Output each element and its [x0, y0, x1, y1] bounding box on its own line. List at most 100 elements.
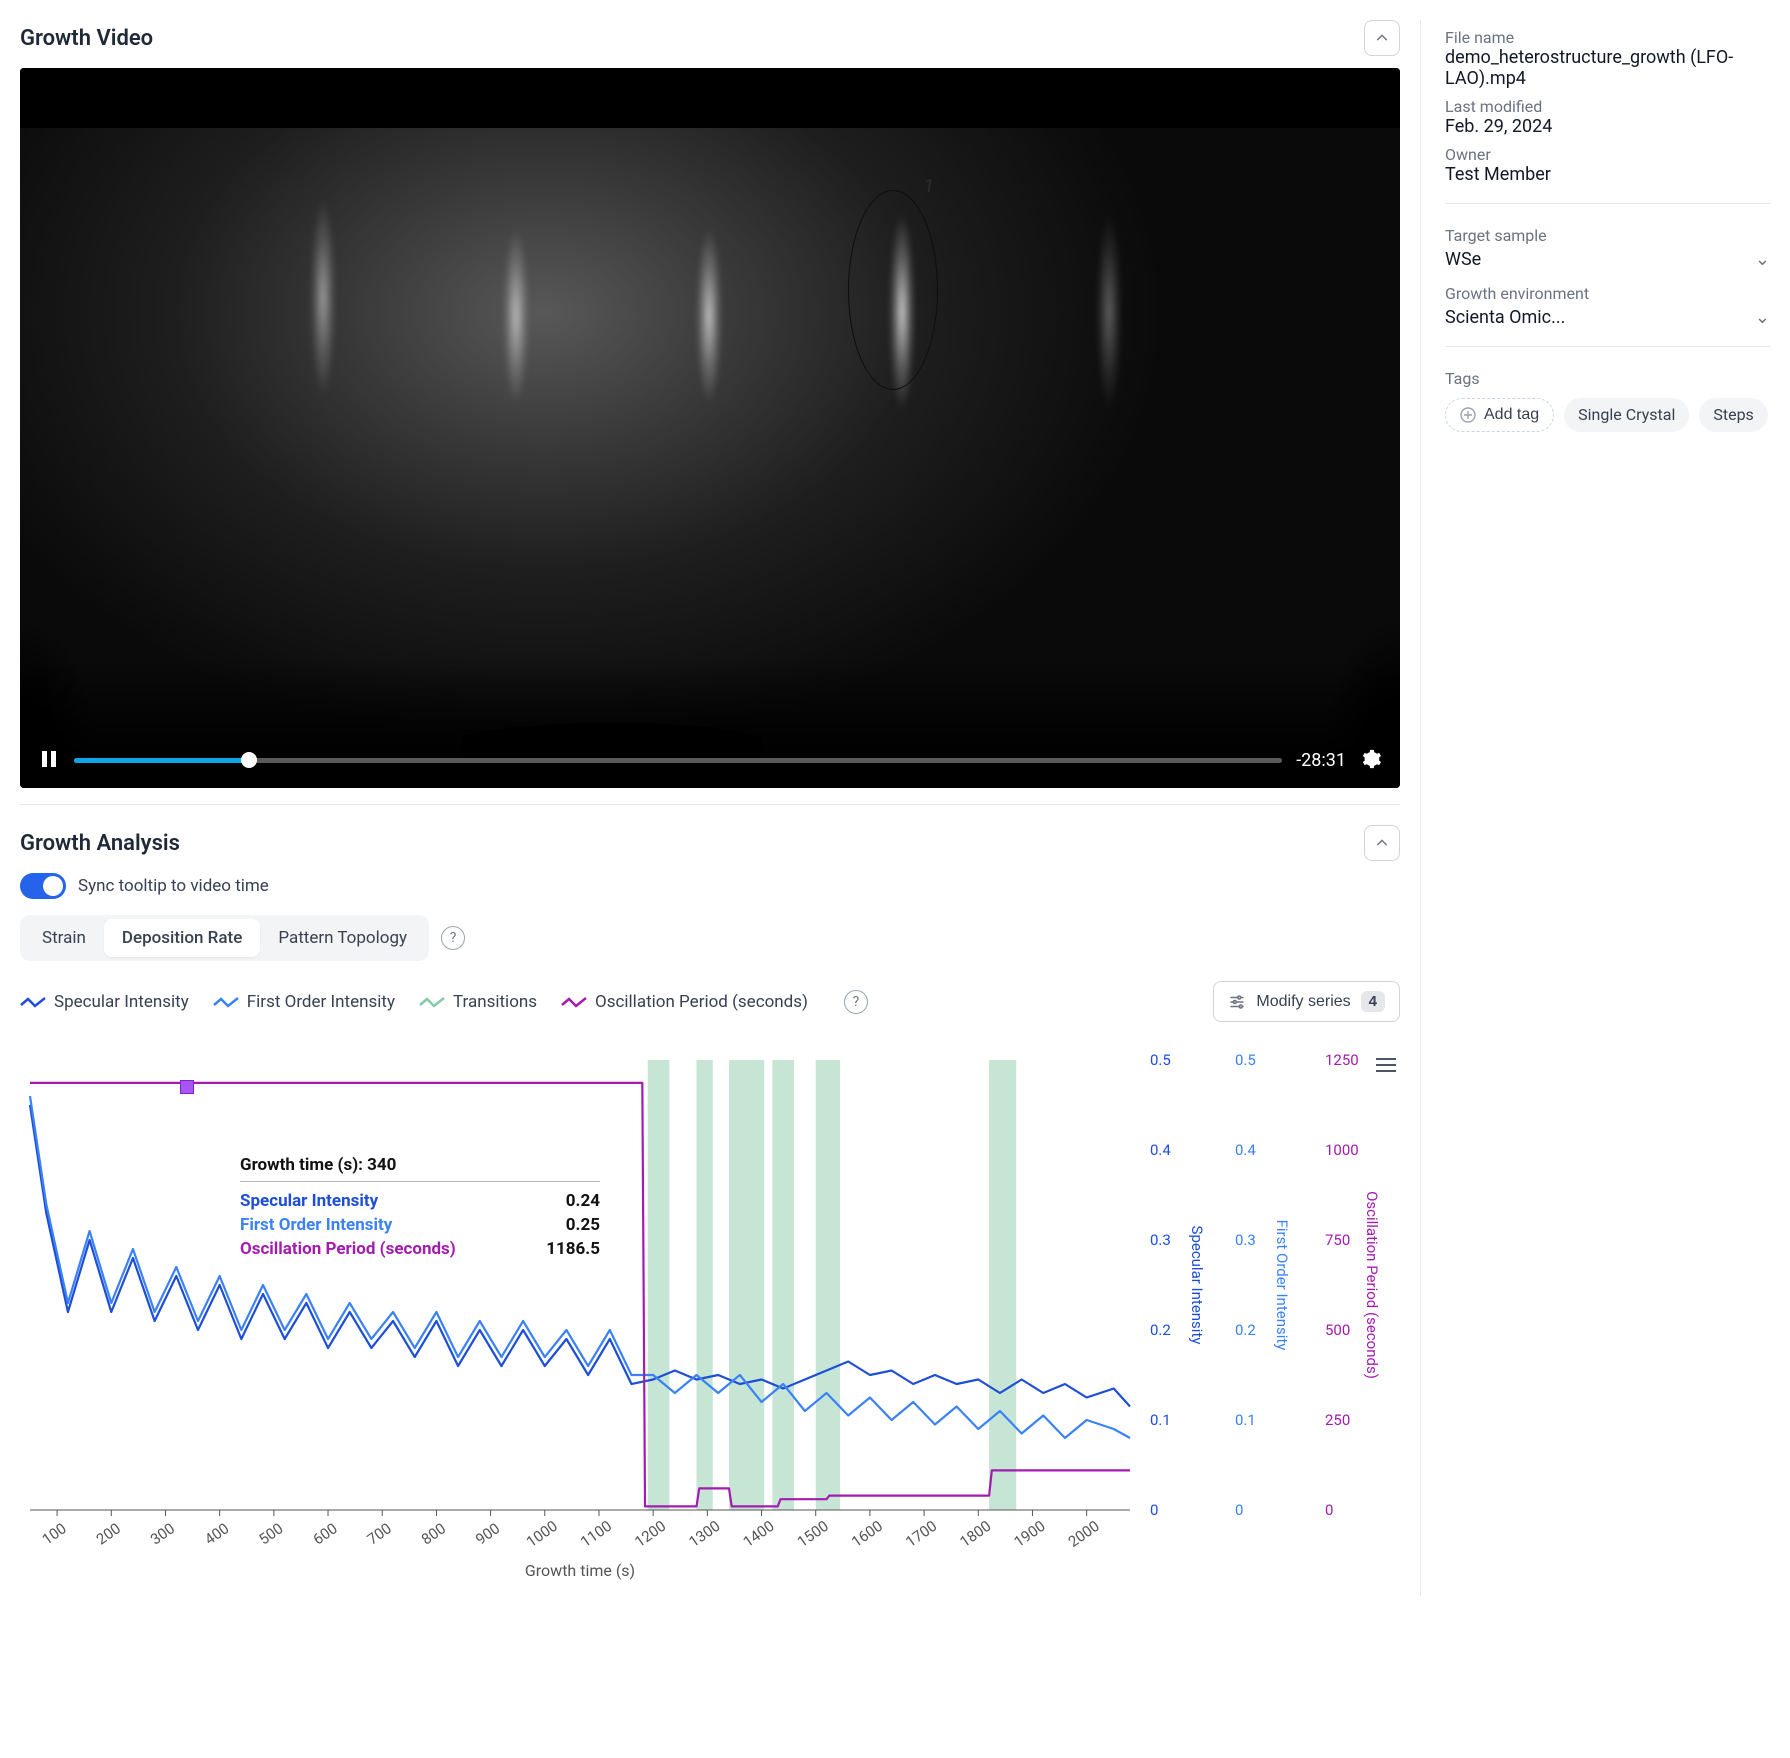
- svg-text:2000: 2000: [1065, 1517, 1103, 1551]
- growth-analysis-title: Growth Analysis: [20, 831, 180, 856]
- svg-text:500: 500: [1325, 1321, 1350, 1339]
- growth-video-panel: Growth Video 1: [20, 20, 1400, 805]
- svg-text:1700: 1700: [902, 1517, 940, 1551]
- legend-first-order[interactable]: First Order Intensity: [213, 992, 395, 1012]
- svg-text:500: 500: [255, 1519, 286, 1548]
- svg-text:0.2: 0.2: [1150, 1321, 1171, 1339]
- analysis-tabs: Strain Deposition Rate Pattern Topology: [20, 915, 429, 961]
- chevron-up-icon: [1375, 836, 1389, 850]
- owner-label: Owner: [1445, 145, 1770, 164]
- svg-text:1600: 1600: [848, 1517, 886, 1551]
- video-player[interactable]: 1 -28:31: [20, 68, 1400, 788]
- file-name-label: File name: [1445, 28, 1770, 47]
- tag-chip[interactable]: Single Crystal: [1564, 398, 1689, 432]
- svg-text:0.1: 0.1: [1235, 1411, 1256, 1429]
- tab-deposition-rate[interactable]: Deposition Rate: [104, 919, 260, 957]
- svg-text:0.3: 0.3: [1150, 1231, 1171, 1249]
- series-count-badge: 4: [1361, 991, 1385, 1012]
- sync-tooltip-label: Sync tooltip to video time: [78, 876, 269, 896]
- svg-text:0.5: 0.5: [1150, 1051, 1171, 1069]
- svg-text:Specular Intensity: Specular Intensity: [1188, 1226, 1206, 1345]
- chevron-up-icon: [1375, 31, 1389, 45]
- tooltip-title: Growth time (s): 340: [240, 1155, 600, 1182]
- target-sample-select[interactable]: WSe ⌄: [1445, 249, 1770, 270]
- owner-value: Test Member: [1445, 164, 1770, 185]
- video-settings-button[interactable]: [1360, 748, 1382, 773]
- svg-text:0.1: 0.1: [1150, 1411, 1171, 1429]
- line-icon: [419, 995, 445, 1009]
- svg-text:600: 600: [310, 1519, 341, 1548]
- pause-icon: [38, 748, 60, 770]
- metadata-sidebar: File name demo_heterostructure_growth (L…: [1420, 20, 1770, 1596]
- add-tag-button[interactable]: Add tag: [1445, 398, 1554, 432]
- chart-svg: 100 200 300 400 500 600 700 800 900 1000 1100 1200 1…: [20, 1040, 1400, 1580]
- svg-text:First Order Intensity: First Order Intensity: [1273, 1220, 1291, 1351]
- growth-env-select[interactable]: Scienta Omic... ⌄: [1445, 307, 1770, 328]
- progress-thumb[interactable]: [241, 752, 257, 768]
- last-modified-value: Feb. 29, 2024: [1445, 116, 1770, 137]
- legend-specular[interactable]: Specular Intensity: [20, 992, 189, 1012]
- svg-text:1000: 1000: [1325, 1141, 1359, 1159]
- svg-text:1200: 1200: [631, 1517, 669, 1551]
- svg-text:1100: 1100: [577, 1517, 615, 1551]
- collapse-video-button[interactable]: [1364, 20, 1400, 56]
- collapse-analysis-button[interactable]: [1364, 825, 1400, 861]
- svg-text:0.4: 0.4: [1235, 1141, 1256, 1159]
- video-controls: -28:31: [20, 732, 1400, 788]
- svg-text:1800: 1800: [956, 1517, 994, 1551]
- tab-strain[interactable]: Strain: [24, 919, 104, 957]
- sync-tooltip-toggle[interactable]: [20, 873, 66, 899]
- tag-chip[interactable]: Steps: [1699, 398, 1767, 432]
- svg-text:1400: 1400: [740, 1517, 778, 1551]
- pause-button[interactable]: [38, 748, 60, 773]
- svg-text:1250: 1250: [1325, 1051, 1359, 1069]
- svg-text:Growth time (s): Growth time (s): [525, 1561, 635, 1580]
- plus-circle-icon: [1460, 407, 1476, 423]
- svg-text:100: 100: [39, 1519, 70, 1548]
- svg-text:900: 900: [472, 1519, 503, 1548]
- sliders-icon: [1228, 993, 1246, 1011]
- chart-hover-marker: [180, 1080, 194, 1094]
- chevron-down-icon: ⌄: [1755, 249, 1770, 270]
- svg-text:0.3: 0.3: [1235, 1231, 1256, 1249]
- svg-text:1300: 1300: [685, 1517, 723, 1551]
- svg-text:0.5: 0.5: [1235, 1051, 1256, 1069]
- svg-text:800: 800: [418, 1519, 449, 1548]
- roi-marker: [848, 190, 938, 390]
- roi-label: 1: [924, 176, 934, 197]
- analysis-chart[interactable]: 100 200 300 400 500 600 700 800 900 1000 1100 1200 1…: [20, 1040, 1400, 1580]
- svg-text:700: 700: [364, 1519, 395, 1548]
- chart-menu-button[interactable]: [1376, 1058, 1396, 1072]
- svg-text:1500: 1500: [794, 1517, 832, 1551]
- svg-text:0: 0: [1325, 1501, 1333, 1519]
- chart-legend: Specular Intensity First Order Intensity…: [20, 981, 1400, 1022]
- growth-video-title: Growth Video: [20, 26, 153, 51]
- svg-text:750: 750: [1325, 1231, 1350, 1249]
- target-sample-label: Target sample: [1445, 226, 1770, 245]
- chevron-down-icon: ⌄: [1755, 307, 1770, 328]
- growth-env-label: Growth environment: [1445, 284, 1770, 303]
- svg-text:300: 300: [147, 1519, 178, 1548]
- chart-tooltip: Growth time (s): 340 Specular Intensity0…: [240, 1155, 600, 1261]
- time-remaining: -28:31: [1296, 750, 1346, 771]
- svg-text:0: 0: [1150, 1501, 1158, 1519]
- last-modified-label: Last modified: [1445, 97, 1770, 116]
- line-icon: [213, 995, 239, 1009]
- legend-oscillation[interactable]: Oscillation Period (seconds): [561, 992, 808, 1012]
- line-icon: [20, 995, 46, 1009]
- svg-text:1900: 1900: [1011, 1517, 1049, 1551]
- video-progress[interactable]: [74, 758, 1282, 763]
- svg-text:200: 200: [93, 1519, 124, 1548]
- svg-text:400: 400: [201, 1519, 232, 1548]
- svg-text:1000: 1000: [523, 1517, 561, 1551]
- legend-transitions[interactable]: Transitions: [419, 992, 537, 1012]
- tab-help-icon[interactable]: ?: [441, 926, 465, 950]
- tab-pattern-topology[interactable]: Pattern Topology: [260, 919, 425, 957]
- file-name-value: demo_heterostructure_growth (LFO-LAO).mp…: [1445, 47, 1770, 89]
- video-frame: 1: [20, 68, 1400, 788]
- svg-text:0.4: 0.4: [1150, 1141, 1171, 1159]
- svg-text:250: 250: [1325, 1411, 1350, 1429]
- legend-help-icon[interactable]: ?: [844, 990, 868, 1014]
- gear-icon: [1360, 748, 1382, 770]
- modify-series-button[interactable]: Modify series 4: [1213, 981, 1400, 1022]
